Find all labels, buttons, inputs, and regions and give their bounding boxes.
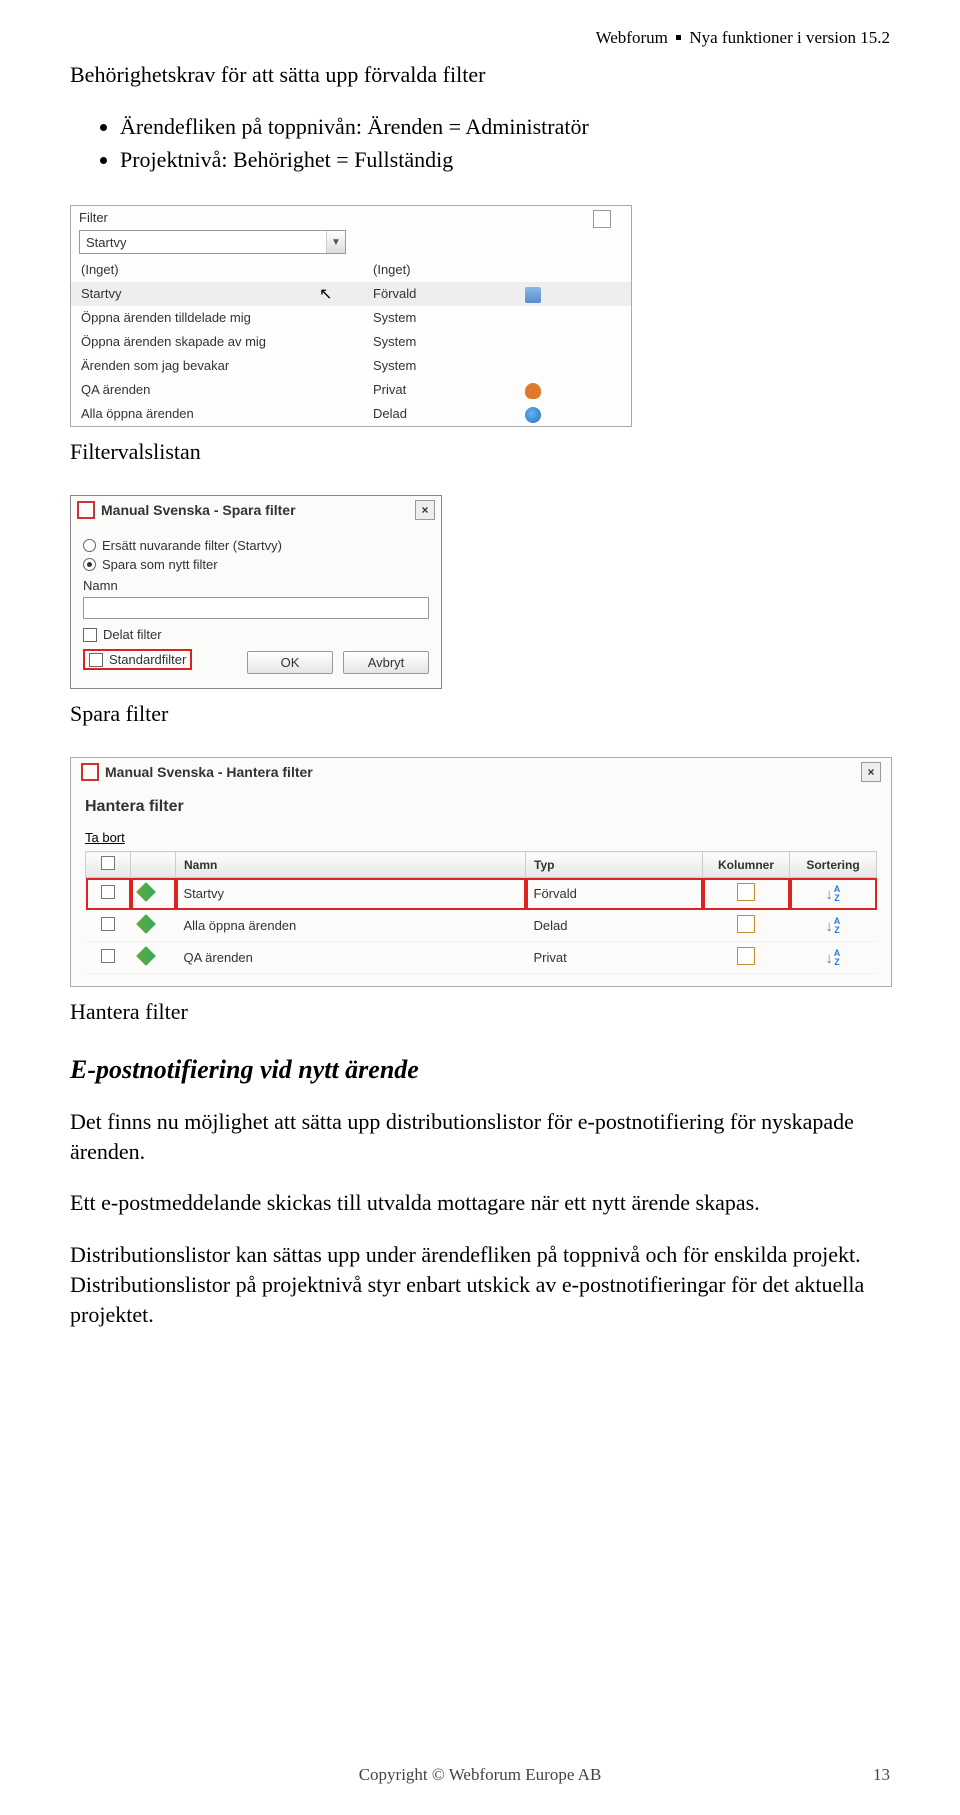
radio-icon <box>83 539 96 552</box>
dialog-titlebar: Manual Svenska - Spara filter × <box>71 496 441 524</box>
sort-icon[interactable]: ↓AZ <box>826 949 841 967</box>
manage-filter-table: Namn Typ Kolumner Sortering Startvy Förv… <box>85 851 877 974</box>
copyright: Copyright © Webforum Europe AB <box>359 1765 602 1784</box>
filter-option[interactable]: (Inget) (Inget) <box>71 258 631 282</box>
cancel-button[interactable]: Avbryt <box>343 651 429 674</box>
manage-filter-heading: Hantera filter <box>85 798 877 816</box>
cursor-icon: ↖ <box>319 284 332 304</box>
radio-icon <box>83 558 96 571</box>
table-header-row: Namn Typ Kolumner Sortering <box>86 852 877 878</box>
sort-icon[interactable]: ↓AZ <box>826 885 841 903</box>
paragraph-3: Distributionslistor kan sättas upp under… <box>70 1240 890 1329</box>
columns-icon[interactable] <box>737 915 755 933</box>
page-header: Webforum Nya funktioner i version 15.2 <box>596 28 890 48</box>
app-logo-icon <box>81 763 99 781</box>
table-row[interactable]: Startvy Förvald ↓AZ <box>86 878 877 910</box>
private-icon <box>525 383 541 399</box>
filter-label: Filter <box>79 210 359 228</box>
name-input[interactable] <box>83 597 429 619</box>
checkbox-icon[interactable] <box>101 917 115 931</box>
close-button[interactable]: × <box>861 762 881 782</box>
filter-option[interactable]: Startvy ↖ Förvald <box>71 282 631 306</box>
chevron-down-icon: ▼ <box>326 231 345 253</box>
filter-option-list: (Inget) (Inget) Startvy ↖ Förvald Öppna … <box>71 258 631 426</box>
th-type[interactable]: Typ <box>526 852 703 878</box>
dialog2-titlebar: Manual Svenska - Hantera filter × <box>71 758 891 786</box>
filter-option[interactable]: Ärenden som jag bevakar System <box>71 354 631 378</box>
manage-filter-dialog: Manual Svenska - Hantera filter × Hanter… <box>70 757 892 987</box>
checkbox-icon[interactable] <box>101 949 115 963</box>
shared-filter-checkbox[interactable]: Delat filter <box>83 627 429 642</box>
bullet-2: Projektnivå: Behörighet = Fullständig <box>120 145 890 175</box>
radio-save-new[interactable]: Spara som nytt filter <box>83 557 429 572</box>
app-logo-icon <box>77 501 95 519</box>
filter-option[interactable]: Öppna ärenden tilldelade mig System <box>71 306 631 330</box>
filter-option[interactable]: Alla öppna ärenden Delad <box>71 402 631 426</box>
intro-title: Behörighetskrav för att sätta upp förval… <box>70 60 890 90</box>
edit-icon[interactable] <box>136 882 156 902</box>
columns-icon[interactable] <box>737 883 755 901</box>
checkbox-icon <box>101 856 115 870</box>
checkbox-icon <box>89 653 103 667</box>
caption-filterlist: Filtervalslistan <box>70 439 890 465</box>
filter-list-panel: Filter Startvy ▼ (Inget) (Inget) Startvy… <box>70 205 632 427</box>
remove-link[interactable]: Ta bort <box>85 830 125 845</box>
subheading-epost: E-postnotifiering vid nytt ärende <box>70 1055 890 1085</box>
page-number: 13 <box>873 1765 890 1785</box>
intro-bullets: Ärendefliken på toppnivån: Ärenden = Adm… <box>70 112 890 175</box>
bullet-icon <box>676 35 681 40</box>
edit-icon[interactable] <box>136 914 156 934</box>
dialog2-title: Manual Svenska - Hantera filter <box>105 764 313 780</box>
filter-dropdown[interactable]: Startvy ▼ <box>79 230 346 254</box>
header-left: Webforum <box>596 28 668 47</box>
filter-option[interactable]: Öppna ärenden skapade av mig System <box>71 330 631 354</box>
filter-option[interactable]: QA ärenden Privat <box>71 378 631 402</box>
table-row[interactable]: QA ärenden Privat ↓AZ <box>86 942 877 974</box>
checkbox-icon[interactable] <box>101 885 115 899</box>
paragraph-1: Det finns nu möjlighet att sätta upp dis… <box>70 1107 890 1166</box>
sort-icon[interactable]: ↓AZ <box>826 917 841 935</box>
caption-manage-dialog: Hantera filter <box>70 999 890 1025</box>
shared-icon <box>525 407 541 423</box>
save-filter-dialog: Manual Svenska - Spara filter × Ersätt n… <box>70 495 442 689</box>
table-row[interactable]: Alla öppna ärenden Delad ↓AZ <box>86 910 877 942</box>
page-footer: Copyright © Webforum Europe AB 13 <box>0 1765 960 1785</box>
checkbox-icon <box>83 628 97 642</box>
checkbox-icon[interactable] <box>593 210 611 228</box>
caption-save-dialog: Spara filter <box>70 701 890 727</box>
paragraph-2: Ett e-postmeddelande skickas till utvald… <box>70 1188 890 1218</box>
ok-button[interactable]: OK <box>247 651 333 674</box>
name-label: Namn <box>83 578 429 593</box>
bullet-1: Ärendefliken på toppnivån: Ärenden = Adm… <box>120 112 890 142</box>
th-columns[interactable]: Kolumner <box>703 852 790 878</box>
header-right: Nya funktioner i version 15.2 <box>689 28 890 47</box>
th-checkbox[interactable] <box>86 852 131 878</box>
dialog-title: Manual Svenska - Spara filter <box>101 502 296 518</box>
edit-icon[interactable] <box>136 946 156 966</box>
th-sorting[interactable]: Sortering <box>790 852 877 878</box>
th-edit <box>131 852 176 878</box>
columns-icon[interactable] <box>737 947 755 965</box>
radio-replace[interactable]: Ersätt nuvarande filter (Startvy) <box>83 538 429 553</box>
th-name[interactable]: Namn <box>176 852 526 878</box>
standard-filter-checkbox[interactable]: Standardfilter <box>83 649 192 670</box>
close-button[interactable]: × <box>415 500 435 520</box>
default-filter-icon <box>525 287 541 303</box>
filter-dropdown-value: Startvy <box>80 235 326 250</box>
